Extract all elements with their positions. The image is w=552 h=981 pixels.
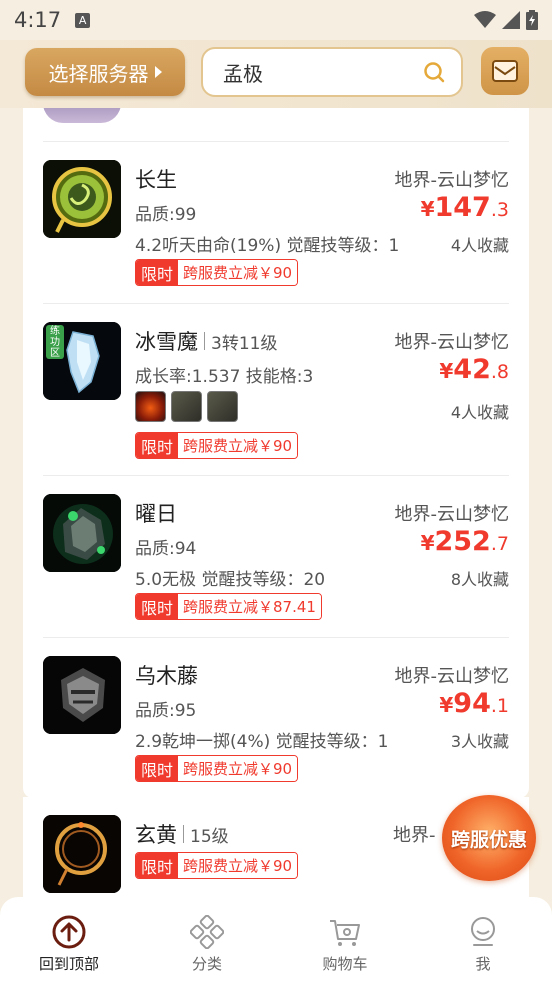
status-icons [474,10,538,30]
favorites-count: 8人收藏 [450,570,509,589]
limited-tag: 限时 [136,756,179,781]
message-button[interactable] [481,47,529,95]
item-server: 地界-云山梦忆 [394,332,510,353]
item-name: 长生 [135,168,177,192]
envelope-icon [491,59,519,83]
item-attribute: 品质:94 [135,539,197,559]
user-icon [466,915,500,949]
search-box[interactable] [201,47,463,97]
list-item[interactable]: 曜日 地界-云山梦忆 品质:94 ¥252.7 5.0无极 觉醒技等级：20 8… [43,475,509,637]
item-name-row: 曜日 [135,498,177,528]
item-attribute: 5.0无极 觉醒技等级：20 [135,570,326,590]
discount-badge: 限时 跨服费立减￥90 [135,259,299,286]
signal-icon [502,11,520,29]
item-thumbnail [43,815,121,893]
item-thumbnail [43,160,121,238]
promo-label: 跨服优惠 [450,828,527,851]
item-attribute: 2.9乾坤一掷(4%) 觉醒技等级：1 [135,732,389,752]
nav-label: 回到顶部 [38,955,99,973]
discount-text: 跨服费立减￥90 [178,433,298,458]
list-item[interactable]: 练功区 冰雪魔 3转11级 地界-云山梦忆 成长率:1.537 技能格:3 ¥4… [43,303,509,475]
nav-label: 我 [475,955,491,973]
item-attribute: 4.2听天由命(19%) 觉醒技等级：1 [135,236,400,256]
discount-text: 跨服费立减￥90 [178,260,298,285]
discount-badge: 限时 跨服费立减￥90 [135,755,299,782]
favorites-count: 4人收藏 [450,403,509,422]
stone-skill-icon[interactable] [207,391,238,422]
item-name: 玄黄 [135,823,177,847]
bottom-nav: 回到顶部 分类 购物车 我 [0,897,552,981]
stone-skill-icon[interactable] [171,391,202,422]
item-attribute: 品质:95 [135,701,197,721]
area-corner-tag: 练功区 [46,325,64,359]
item-attribute: 成长率:1.537 技能格:3 [135,367,314,387]
item-name-row: 玄黄 15级 [135,819,229,849]
notification-a-icon: A [75,12,91,28]
discount-badge: 限时 跨服费立减￥90 [135,432,299,459]
header: 选择服务器 [0,40,552,108]
item-level: 3转11级 [211,333,278,354]
select-server-label: 选择服务器 [48,61,149,86]
nav-back-to-top[interactable]: 回到顶部 [0,897,138,981]
item-name: 曜日 [135,502,177,526]
cart-icon [328,915,362,949]
item-thumbnail [43,494,121,572]
search-input[interactable] [223,60,423,84]
category-icon [190,915,224,949]
item-thumbnail: 练功区 [43,322,121,400]
item-server: 地界-云山梦忆 [394,170,510,191]
discount-text: 跨服费立减￥87.41 [178,594,321,619]
item-price: ¥94.1 [439,688,509,719]
arrow-up-circle-icon [52,915,86,949]
item-server: 地界-云山梦忆 [394,504,510,525]
cross-server-promo-button[interactable]: 跨服优惠 [442,795,536,881]
nav-category[interactable]: 分类 [138,897,276,981]
limited-tag: 限时 [136,853,179,878]
item-name-row: 长生 [135,164,177,194]
discount-badge: 限时 跨服费立减￥90 [135,852,299,879]
item-attribute: 品质:99 [135,205,197,225]
discount-text: 跨服费立减￥90 [178,853,298,878]
item-name: 冰雪魔 [135,330,198,354]
wifi-icon [474,11,496,29]
item-price: ¥252.7 [420,526,509,557]
item-price: ¥42.8 [439,354,509,385]
discount-badge: 限时 跨服费立减￥87.41 [135,593,322,620]
caret-right-icon [154,66,162,78]
status-time: 4:17 [14,8,62,32]
item-name: 乌木藤 [135,664,198,688]
item-name-row: 冰雪魔 3转11级 [135,326,277,356]
item-thumbnail [43,656,121,734]
nav-label: 购物车 [322,955,368,973]
item-list: 长生 地界-云山梦忆 品质:99 ¥147.3 4.2听天由命(19%) 觉醒技… [23,108,529,798]
previous-item-thumbnail[interactable] [43,108,121,123]
item-server: 地界- [393,825,436,846]
item-server: 地界-云山梦忆 [394,666,510,687]
favorites-count: 4人收藏 [450,236,509,255]
limited-tag: 限时 [136,594,179,619]
nav-label: 分类 [191,955,222,973]
item-level: 15级 [190,826,229,847]
status-bar: 4:17 A [0,0,552,40]
limited-tag: 限时 [136,433,179,458]
nav-cart[interactable]: 购物车 [276,897,414,981]
list-item[interactable]: 乌木藤 地界-云山梦忆 品质:95 ¥94.1 2.9乾坤一掷(4%) 觉醒技等… [43,637,509,798]
skill-icons [135,391,238,422]
item-price: ¥147.3 [420,192,509,223]
discount-text: 跨服费立减￥90 [178,756,298,781]
item-name-row: 乌木藤 [135,660,198,690]
limited-tag: 限时 [136,260,179,285]
select-server-button[interactable]: 选择服务器 [25,48,185,96]
nav-me[interactable]: 我 [414,897,552,981]
list-item[interactable]: 长生 地界-云山梦忆 品质:99 ¥147.3 4.2听天由命(19%) 觉醒技… [43,141,509,303]
search-icon[interactable] [423,61,445,83]
battery-icon [526,10,538,30]
favorites-count: 3人收藏 [450,732,509,751]
fire-skill-icon[interactable] [135,391,166,422]
